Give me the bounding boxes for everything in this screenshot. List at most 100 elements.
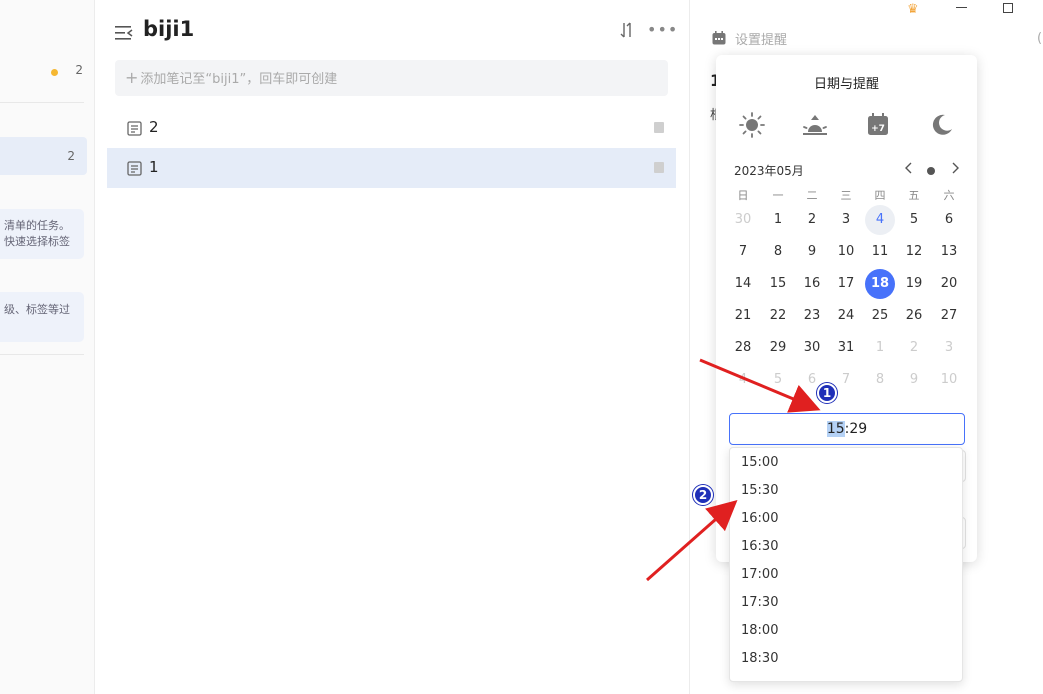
tip-text: 清单的任务。 [4,219,70,232]
calendar-day[interactable]: 3 [934,333,964,363]
calendar-day[interactable]: 31 [831,333,861,363]
calendar-day[interactable]: 22 [763,301,793,331]
time-option[interactable]: 17:00 [730,561,962,589]
divider [0,354,84,355]
calendar-day[interactable]: 6 [934,205,964,235]
calendar-day[interactable]: 4 [728,365,758,395]
calendar-day[interactable]: 12 [899,237,929,267]
calendar-day[interactable]: 29 [763,333,793,363]
calendar-day[interactable]: 2 [797,205,827,235]
sidebar-item-count: 2 [75,63,83,77]
note-item[interactable]: 2 [107,108,676,148]
plus-icon: + [125,68,139,87]
time-option[interactable]: 16:00 [730,505,962,533]
weekday-label: 二 [806,189,818,202]
moon-icon[interactable] [928,112,954,138]
time-option[interactable]: 15:30 [730,477,962,505]
time-option[interactable]: 18:00 [730,617,962,645]
calendar-day[interactable]: 17 [831,269,861,299]
sun-icon[interactable] [739,112,765,138]
tip-text: 级、标签等过 [4,303,70,316]
calendar-day[interactable]: 10 [934,365,964,395]
calendar-day[interactable]: 9 [899,365,929,395]
time-option[interactable]: 18:30 [730,645,962,673]
divider [0,102,84,103]
calendar-day[interactable]: 8 [865,365,895,395]
calendar-day[interactable]: 1 [763,205,793,235]
tip-text: 快速选择标签 [4,235,70,248]
calendar-day[interactable]: 26 [899,301,929,331]
tip-card: 级、标签等过 [0,292,84,342]
calendar-day[interactable]: 16 [797,269,827,299]
note-item-selected[interactable]: 1 [107,148,676,188]
calendar-day[interactable]: 5 [763,365,793,395]
weekday-label: 日 [737,189,749,202]
minimize-icon[interactable] [956,7,967,8]
calendar-day[interactable]: 10 [831,237,861,267]
sunrise-icon[interactable] [802,112,828,138]
chevron-right-icon[interactable] [948,161,962,175]
left-sidebar: 2 2 清单的任务。 快速选择标签 级、标签等过 [0,0,95,694]
calendar-day[interactable]: 27 [934,301,964,331]
weekday-label: 三 [840,189,852,202]
note-icon [127,161,142,176]
weekday-label: 一 [772,189,784,202]
svg-text:+7: +7 [871,124,885,134]
calendar-day[interactable]: 20 [934,269,964,299]
note-title: 2 [149,118,159,136]
time-option[interactable]: 15:00 [730,449,962,477]
maximize-icon[interactable] [1003,3,1013,13]
status-dot [51,69,58,76]
calendar-day[interactable]: 24 [831,301,861,331]
note-list-panel: biji1 ••• + 添加笔记至“biji1”，回车即可创建 2 1 [96,0,688,694]
weekday-label: 六 [943,189,955,202]
time-option[interactable]: 17:30 [730,589,962,617]
time-dropdown: 15:00 15:30 16:00 16:30 17:00 17:30 18:00 18:30 [729,447,963,682]
more-options-icon[interactable]: ••• [647,20,678,39]
calendar-day[interactable]: 19 [899,269,929,299]
calendar-day[interactable]: 15 [763,269,793,299]
calendar-day[interactable]: 28 [728,333,758,363]
weekday-label: 五 [908,189,920,202]
set-reminder-button[interactable]: 设置提醒 [735,29,787,48]
annotation-badge-2: 2 [693,485,713,505]
calendar-day-today[interactable]: 4 [865,205,895,235]
calendar-day[interactable]: 13 [934,237,964,267]
sidebar-item-partial[interactable]: 2 [0,58,95,88]
calendar-day-selected[interactable]: 18 [865,269,895,299]
calendar-day[interactable]: 11 [865,237,895,267]
sort-icon[interactable] [619,22,635,38]
calendar-day[interactable]: 5 [899,205,929,235]
time-minute: 29 [849,421,868,437]
collapse-menu-icon[interactable] [115,25,133,41]
calendar-day[interactable]: 2 [899,333,929,363]
popup-title: 日期与提醒 [813,77,879,92]
time-hour-selected: 15 [826,421,845,437]
add-note-input[interactable]: + 添加笔记至“biji1”，回车即可创建 [115,60,668,96]
calendar-icon[interactable] [712,31,726,45]
calendar-day[interactable]: 30 [728,205,758,235]
calendar-day[interactable]: 23 [797,301,827,331]
today-dot-button[interactable] [927,167,935,175]
calendar-day[interactable]: 8 [763,237,793,267]
tip-card: 清单的任务。 快速选择标签 [0,209,84,259]
calendar-day[interactable]: 3 [831,205,861,235]
calendar-day[interactable]: 30 [797,333,827,363]
crown-icon[interactable]: ♛ [907,2,919,17]
calendar-day[interactable]: 21 [728,301,758,331]
calendar-day[interactable]: 9 [797,237,827,267]
calendar-day[interactable]: 14 [728,269,758,299]
month-label: 2023年05月 [734,164,804,178]
note-type-icon [654,122,664,133]
annotation-badge-1: 1 [817,383,837,403]
calendar-plus7-icon[interactable]: +7 [865,112,891,138]
time-option[interactable]: 16:30 [730,533,962,561]
calendar-day[interactable]: 1 [865,333,895,363]
calendar-day[interactable]: 7 [728,237,758,267]
calendar-day[interactable]: 25 [865,301,895,331]
detail-edge-text: ( [1037,31,1043,46]
time-input[interactable]: 15:29 [729,413,965,445]
weekday-label: 四 [874,189,886,202]
sidebar-item-selected[interactable]: 2 [0,137,87,175]
chevron-left-icon[interactable] [902,161,916,175]
